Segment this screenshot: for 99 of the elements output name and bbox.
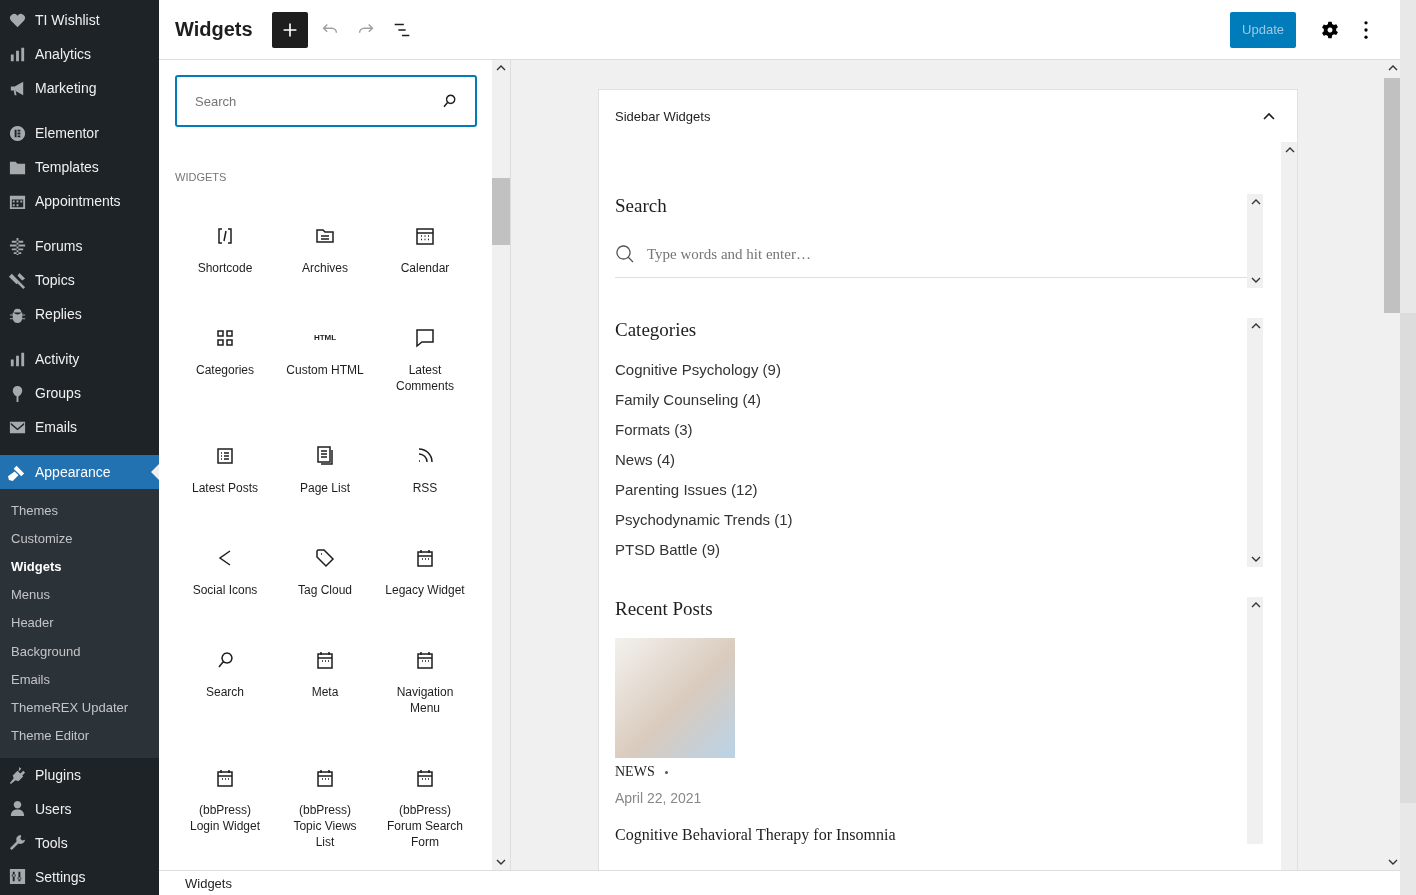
block-item[interactable]: Latest Comments (375, 326, 475, 444)
admin-menu-item[interactable]: Emails (0, 410, 159, 444)
post-title[interactable]: Cognitive Behavioral Therapy for Insomnia (615, 826, 1247, 844)
chevron-up-icon (1285, 147, 1295, 153)
chevron-down-icon (1251, 556, 1261, 562)
block-item[interactable]: Categories (175, 326, 275, 444)
admin-menu-item[interactable]: Templates (0, 150, 159, 184)
stack-icon (8, 236, 27, 256)
admin-menu-item[interactable]: Forums (0, 229, 159, 263)
admin-menu-item[interactable]: Appointments (0, 184, 159, 218)
current-page-notch (151, 464, 159, 480)
chevron-up-icon (1251, 199, 1261, 205)
scrollbar[interactable] (1247, 318, 1263, 567)
post-category: NEWS (615, 764, 655, 780)
block-item[interactable]: (bbPress) Login Widget (175, 766, 275, 870)
admin-menu-item[interactable]: Analytics (0, 37, 159, 71)
search-input-field[interactable]: Type words and hit enter… (615, 231, 1247, 278)
admin-submenu-item[interactable]: Background (0, 636, 159, 666)
breadcrumb-item[interactable]: Widgets (185, 875, 232, 891)
chevron-up-icon (1251, 602, 1261, 608)
separator-dot (664, 770, 668, 774)
admin-submenu-item[interactable]: Emails (0, 665, 159, 694)
settings-icon (1320, 19, 1340, 40)
block-item[interactable]: Social Icons (175, 546, 275, 648)
block-item[interactable]: (bbPress) Topic Views List (275, 766, 375, 870)
chevron-down-icon (1388, 859, 1398, 865)
widget-area-title: Sidebar Widgets (615, 108, 711, 124)
admin-menu-item[interactable]: Appearance (0, 455, 159, 489)
sliders-icon (8, 867, 27, 887)
tag-icon (313, 546, 337, 570)
chevron-down-icon (496, 859, 506, 865)
block-item[interactable]: Meta (275, 648, 375, 766)
widget-title: Categories (615, 319, 698, 341)
scrollbar[interactable] (1281, 142, 1297, 870)
html-icon: HTML (313, 326, 337, 350)
category-link[interactable]: News (4) (615, 445, 1247, 475)
admin-submenu-item[interactable]: ThemeREX Updater (0, 693, 159, 722)
block-item[interactable]: Navigation Menu (375, 648, 475, 766)
category-link[interactable]: Psychodynamic Trends (1) (615, 505, 1247, 535)
scrollbar[interactable] (1247, 194, 1263, 288)
block-item[interactable]: Page List (275, 444, 375, 546)
admin-menu-item[interactable]: Marketing (0, 71, 159, 105)
admin-submenu-item[interactable]: Widgets (0, 552, 159, 581)
scrollbar[interactable] (492, 60, 510, 870)
scrollbar-thumb[interactable] (1384, 78, 1400, 313)
add-block-button[interactable] (271, 11, 308, 48)
scrollbar[interactable] (1400, 0, 1416, 895)
category-link[interactable]: Family Counseling (4) (615, 385, 1247, 415)
admin-menu-item[interactable]: Plugins (0, 757, 159, 792)
admin-menu-item[interactable]: TI Wishlist (0, 3, 159, 37)
user-icon (8, 799, 27, 819)
block-item[interactable]: Legacy Widget (375, 546, 475, 648)
admin-submenu-item[interactable]: Customize (0, 524, 159, 553)
chevron-down-icon (1251, 277, 1261, 283)
post-date: April 22, 2021 (615, 790, 703, 806)
speech-bubble-icon (413, 326, 437, 350)
admin-submenu-item[interactable]: Header (0, 608, 159, 637)
plug-icon (8, 765, 27, 785)
search-field[interactable]: Search (175, 75, 477, 127)
chevron-up-icon[interactable] (1263, 112, 1275, 120)
section-heading: WIDGETS (175, 171, 228, 183)
admin-submenu-item[interactable]: Themes (0, 496, 159, 525)
admin-submenu-item[interactable]: Menus (0, 580, 159, 609)
block-item[interactable]: Archives (275, 224, 375, 326)
block-item[interactable]: Shortcode (175, 224, 275, 326)
admin-menu-item[interactable]: Users (0, 791, 159, 826)
widget-title: Search (615, 195, 668, 217)
chevron-up-icon (496, 65, 506, 71)
category-link[interactable]: Parenting Issues (12) (615, 475, 1247, 505)
widget-title: Recent Posts (615, 598, 714, 620)
chevron-up-icon (1388, 65, 1398, 71)
category-link[interactable]: Formats (3) (615, 415, 1247, 445)
admin-menu-item[interactable]: Settings (0, 859, 159, 894)
admin-menu-item[interactable]: Replies (0, 297, 159, 331)
block-item[interactable]: (bbPress) Forum Search Form (375, 766, 475, 870)
block-item[interactable]: Calendar (375, 224, 475, 326)
block-item[interactable]: Search (175, 648, 275, 766)
block-item[interactable]: HTML Custom HTML (275, 326, 375, 444)
admin-submenu-item[interactable]: Theme Editor (0, 721, 159, 750)
admin-menu-item[interactable]: Groups (0, 376, 159, 410)
wrench-icon (8, 833, 27, 853)
block-item[interactable]: RSS (375, 444, 475, 546)
admin-menu-item[interactable]: Activity (0, 342, 159, 376)
chevron-up-icon (1251, 323, 1261, 329)
scrollbar[interactable] (1247, 597, 1263, 844)
scrollbar-thumb[interactable] (1400, 313, 1416, 803)
admin-menu-item[interactable]: Elementor (0, 116, 159, 150)
admin-menu-item[interactable]: Topics (0, 263, 159, 297)
search-input[interactable]: Type words and hit enter… (645, 244, 1247, 264)
scrollbar-thumb[interactable] (492, 178, 510, 245)
block-item[interactable]: Tag Cloud (275, 546, 375, 648)
page-title: Widgets (175, 18, 253, 41)
category-link[interactable]: PTSD Battle (9) (615, 535, 1247, 565)
category-link[interactable]: Cognitive Psychology (9) (615, 355, 1247, 385)
block-item[interactable]: Latest Posts (175, 444, 275, 546)
search-icon (615, 244, 635, 264)
more-vertical-icon (1364, 20, 1368, 39)
search-input[interactable]: Search (193, 92, 439, 110)
admin-menu-item[interactable]: Tools (0, 825, 159, 860)
